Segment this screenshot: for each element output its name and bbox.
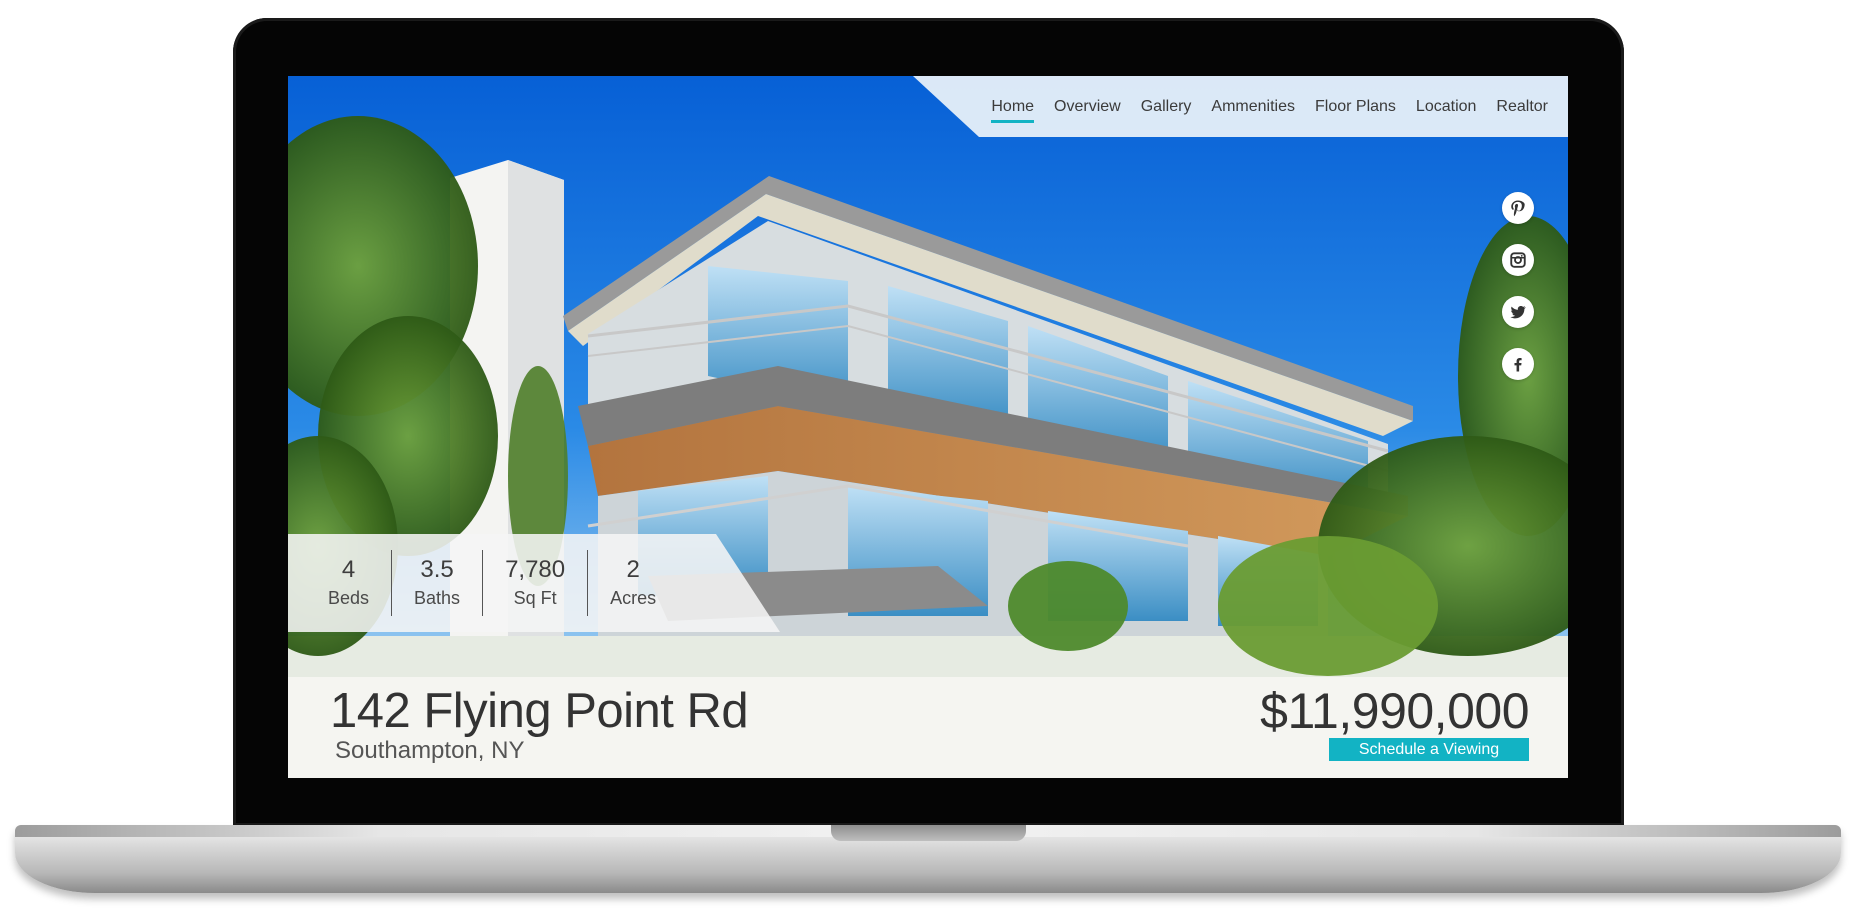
stat-label: Sq Ft	[513, 588, 557, 608]
social-links	[1502, 192, 1534, 380]
stat-value: 2	[626, 556, 640, 583]
stat-label: Beds	[328, 588, 370, 608]
stat-label: Baths	[414, 588, 461, 608]
schedule-viewing-button[interactable]: Schedule a Viewing	[1329, 738, 1529, 761]
stat-value: 4	[341, 556, 356, 583]
listing-address: 142 Flying Point Rd	[330, 684, 749, 738]
property-stats: 4 Beds 3.5 Baths 7,780 Sq Ft 2 Acres	[288, 534, 780, 632]
listing-city: Southampton, NY	[335, 737, 525, 764]
laptop-hinge-notch	[831, 825, 1026, 841]
stat-label: Acres	[610, 588, 657, 608]
listing-info-bar: 142 Flying Point Rd Southampton, NY $11,…	[288, 677, 1568, 778]
twitter-icon	[1510, 305, 1526, 319]
instagram-link[interactable]	[1502, 244, 1534, 276]
stat-value: 7,780	[505, 556, 566, 583]
pinterest-icon	[1511, 200, 1525, 217]
facebook-link[interactable]	[1502, 348, 1534, 380]
stat-value: 3.5	[420, 556, 454, 583]
nav-item-floor-plans[interactable]: Floor Plans	[1315, 92, 1396, 122]
nav-item-overview[interactable]: Overview	[1054, 92, 1121, 122]
nav-item-location[interactable]: Location	[1416, 92, 1477, 122]
facebook-icon	[1514, 358, 1522, 372]
hero-house-image	[288, 76, 1568, 778]
pinterest-link[interactable]	[1502, 192, 1534, 224]
instagram-icon	[1510, 252, 1526, 268]
listing-price: $11,990,000	[1260, 683, 1529, 739]
stat-baths: 3.5 Baths	[392, 550, 484, 616]
stat-acres: 2 Acres	[588, 550, 678, 616]
nav-item-home[interactable]: Home	[991, 92, 1034, 123]
nav-item-gallery[interactable]: Gallery	[1141, 92, 1192, 122]
nav-item-realtor[interactable]: Realtor	[1496, 92, 1548, 122]
stat-sq-ft: 7,780 Sq Ft	[483, 550, 589, 616]
twitter-link[interactable]	[1502, 296, 1534, 328]
stat-beds: 4 Beds	[306, 550, 393, 616]
top-navigation: Home Overview Gallery Ammenities Floor P…	[913, 76, 1568, 137]
website-screen: Home Overview Gallery Ammenities Floor P…	[288, 76, 1568, 778]
nav-item-ammenities[interactable]: Ammenities	[1211, 92, 1295, 122]
